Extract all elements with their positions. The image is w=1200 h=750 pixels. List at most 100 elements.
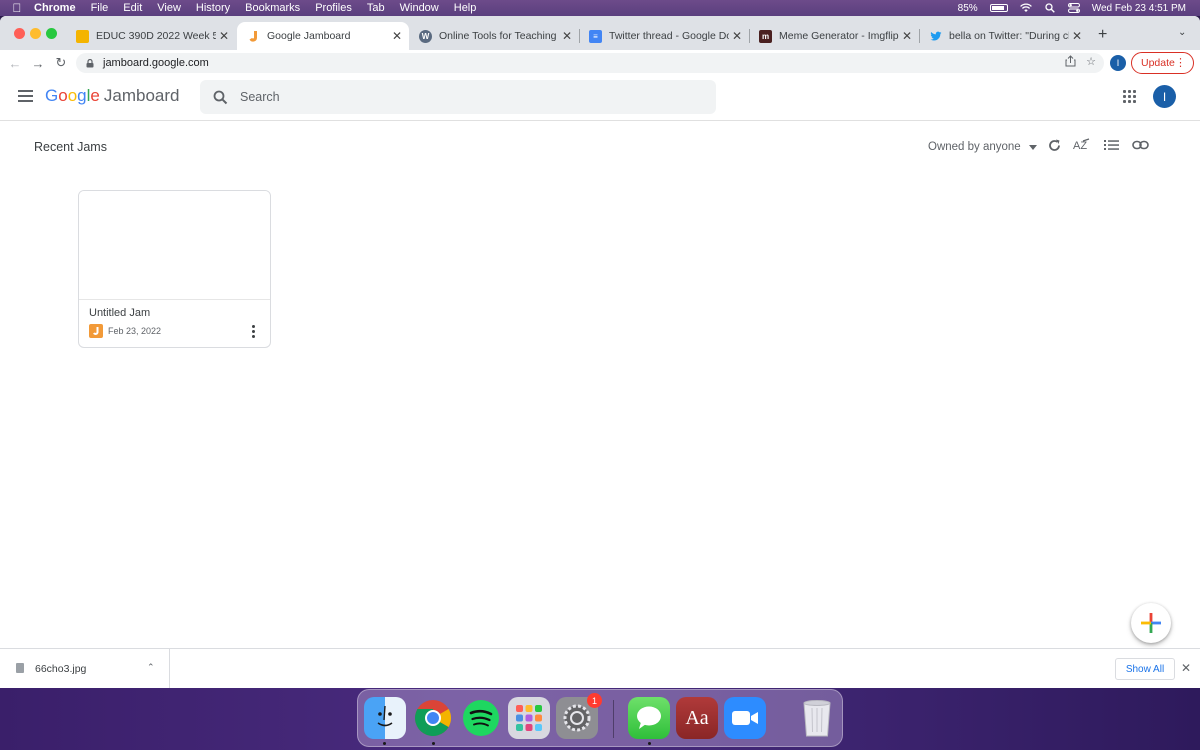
link-icon[interactable] xyxy=(1130,135,1150,155)
reload-icon[interactable]: ↻ xyxy=(52,54,70,72)
menu-tab[interactable]: Tab xyxy=(367,2,385,14)
jam-card[interactable]: Untitled Jam Feb 23, 2022 xyxy=(78,190,271,348)
slides-icon xyxy=(76,29,89,43)
menu-window[interactable]: Window xyxy=(400,2,439,14)
logo-letter: g xyxy=(77,86,87,105)
menu-history[interactable]: History xyxy=(196,2,230,14)
close-tab-icon[interactable]: ✕ xyxy=(899,29,915,43)
battery-icon[interactable] xyxy=(989,4,1008,12)
logo-letter: o xyxy=(67,86,78,105)
tab-search-chevron-down-icon[interactable]: ⌄ xyxy=(1178,27,1186,38)
battery-percent: 85% xyxy=(957,2,978,14)
download-item[interactable]: 66cho3.jpg ⌃ xyxy=(0,649,170,688)
account-avatar[interactable]: I xyxy=(1153,85,1176,108)
jam-thumbnail[interactable] xyxy=(79,191,270,300)
apple-menu-icon[interactable]:  xyxy=(0,1,34,15)
browser-profile-avatar[interactable]: I xyxy=(1110,55,1126,71)
dock-separator xyxy=(613,700,614,738)
google-jamboard-logo[interactable]: Google Jamboard xyxy=(45,86,180,106)
tab-educ-slides[interactable]: EDUC 390D 2022 Week 5.2 - G ✕ xyxy=(66,22,236,50)
tab-label: Online Tools for Teaching & Lea xyxy=(439,30,559,42)
google-apps-icon[interactable] xyxy=(1123,90,1137,104)
sort-az-icon[interactable]: AZ xyxy=(1072,135,1092,155)
search-input[interactable] xyxy=(240,90,640,104)
twitter-icon xyxy=(929,30,942,43)
lock-icon[interactable] xyxy=(86,58,94,68)
finder-icon[interactable] xyxy=(364,697,406,739)
main-content: Recent Jams Owned by anyone AZ Untitled … xyxy=(0,121,1200,648)
spotlight-search-icon[interactable] xyxy=(1044,3,1056,13)
download-file-name: 66cho3.jpg xyxy=(35,663,87,675)
close-tab-icon[interactable]: ✕ xyxy=(389,29,405,43)
menu-profiles[interactable]: Profiles xyxy=(315,2,352,14)
list-view-icon[interactable] xyxy=(1101,135,1121,155)
new-tab-icon[interactable]: + xyxy=(1098,26,1107,44)
bookmark-star-icon[interactable]: ☆ xyxy=(1086,55,1096,70)
chrome-icon[interactable] xyxy=(412,697,454,739)
update-label: Update xyxy=(1141,57,1175,69)
menu-help[interactable]: Help xyxy=(454,2,477,14)
close-tab-icon[interactable]: ✕ xyxy=(559,29,575,43)
main-menu-icon[interactable] xyxy=(18,90,33,102)
tab-bella-twitter[interactable]: bella on Twitter: "During class ✕ xyxy=(919,22,1089,50)
control-center-icon[interactable] xyxy=(1067,3,1080,13)
forward-arrow-icon[interactable]: → xyxy=(29,54,47,72)
owner-filter-dropdown[interactable]: Owned by anyone xyxy=(928,141,1037,153)
more-options-icon[interactable] xyxy=(245,322,261,340)
menu-edit[interactable]: Edit xyxy=(123,2,142,14)
downloads-shelf: 66cho3.jpg ⌃ Show All ✕ xyxy=(0,648,1200,688)
tab-twitter-thread-docs[interactable]: ≡ Twitter thread - Google Docs ✕ xyxy=(579,22,749,50)
spotify-icon[interactable] xyxy=(460,697,502,739)
tab-google-jamboard[interactable]: Google Jamboard ✕ xyxy=(237,22,409,50)
update-chrome-button[interactable]: Update ⋮ xyxy=(1131,52,1194,74)
system-preferences-icon[interactable]: 1 xyxy=(556,693,602,739)
menubar-status-area: 85% Wed Feb 23 4:51 PM xyxy=(958,0,1186,16)
tab-strip: EDUC 390D 2022 Week 5.2 - G ✕ Google Jam… xyxy=(0,16,1200,50)
jamboard-icon xyxy=(247,30,260,43)
jam-date: Feb 23, 2022 xyxy=(108,326,162,336)
dictionary-icon[interactable]: Aa xyxy=(676,697,718,739)
menu-view[interactable]: View xyxy=(157,2,181,14)
refresh-icon[interactable] xyxy=(1044,135,1064,155)
search-bar[interactable] xyxy=(200,80,716,114)
tab-meme-generator[interactable]: m Meme Generator - Imgflip ✕ xyxy=(749,22,919,50)
running-indicator xyxy=(383,742,386,745)
minimize-window-button[interactable] xyxy=(30,28,41,39)
tab-label: bella on Twitter: "During class xyxy=(949,30,1069,42)
zoom-window-button[interactable] xyxy=(46,28,57,39)
menu-app-name[interactable]: Chrome xyxy=(34,2,76,14)
address-bar-url: jamboard.google.com xyxy=(103,57,209,69)
show-all-downloads-button[interactable]: Show All xyxy=(1115,658,1175,680)
trash-icon[interactable] xyxy=(796,697,838,739)
tab-online-tools[interactable]: W Online Tools for Teaching & Lea ✕ xyxy=(409,22,579,50)
wifi-icon[interactable] xyxy=(1019,3,1032,13)
chevron-up-icon[interactable]: ⌃ xyxy=(147,662,155,673)
svg-text:AZ: AZ xyxy=(1073,140,1087,152)
section-title: Recent Jams xyxy=(34,140,107,154)
close-tab-icon[interactable]: ✕ xyxy=(216,29,232,43)
imgflip-icon: m xyxy=(759,29,772,43)
tab-label: Google Jamboard xyxy=(267,30,351,42)
menu-file[interactable]: File xyxy=(91,2,109,14)
back-arrow-icon[interactable]: ← xyxy=(6,54,24,72)
new-jam-button[interactable] xyxy=(1131,603,1171,643)
close-tab-icon[interactable]: ✕ xyxy=(729,29,745,43)
image-file-icon xyxy=(16,663,24,673)
zoom-icon[interactable] xyxy=(724,697,766,739)
close-icon[interactable]: ✕ xyxy=(1181,661,1191,675)
close-window-button[interactable] xyxy=(14,28,25,39)
menu-bookmarks[interactable]: Bookmarks xyxy=(245,2,300,14)
macos-menubar:  Chrome File Edit View History Bookmark… xyxy=(0,0,1200,16)
address-bar[interactable]: jamboard.google.com ☆ xyxy=(76,53,1104,73)
docs-icon: ≡ xyxy=(589,29,602,43)
tab-label: EDUC 390D 2022 Week 5.2 - G xyxy=(96,30,216,42)
search-icon[interactable] xyxy=(200,80,240,114)
jamboard-file-icon xyxy=(89,324,103,338)
menubar-clock[interactable]: Wed Feb 23 4:51 PM xyxy=(1092,3,1186,14)
browser-toolbar: ← → ↻ jamboard.google.com ☆ I Update ⋮ xyxy=(0,50,1200,76)
logo-letter: G xyxy=(45,86,59,105)
share-icon[interactable] xyxy=(1065,55,1076,70)
close-tab-icon[interactable]: ✕ xyxy=(1069,29,1085,43)
messages-icon[interactable] xyxy=(628,697,670,739)
launchpad-icon[interactable] xyxy=(508,697,550,739)
